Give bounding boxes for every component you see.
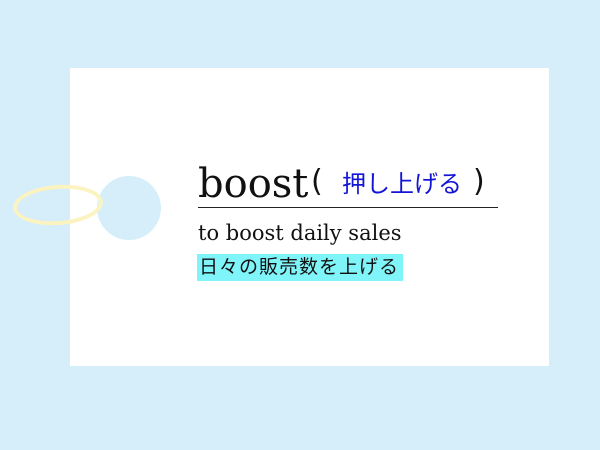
example-phrase: to boost daily sales <box>198 221 402 245</box>
headword: boost <box>198 161 309 207</box>
example-translation: 日々の販売数を上げる <box>197 254 404 281</box>
open-paren: ( <box>311 164 323 199</box>
close-paren: ) <box>473 164 485 199</box>
japanese-meaning: 押し上げる <box>342 170 462 198</box>
headword-row: boost ( 押し上げる ) <box>198 160 498 208</box>
tag-hole <box>97 176 161 240</box>
